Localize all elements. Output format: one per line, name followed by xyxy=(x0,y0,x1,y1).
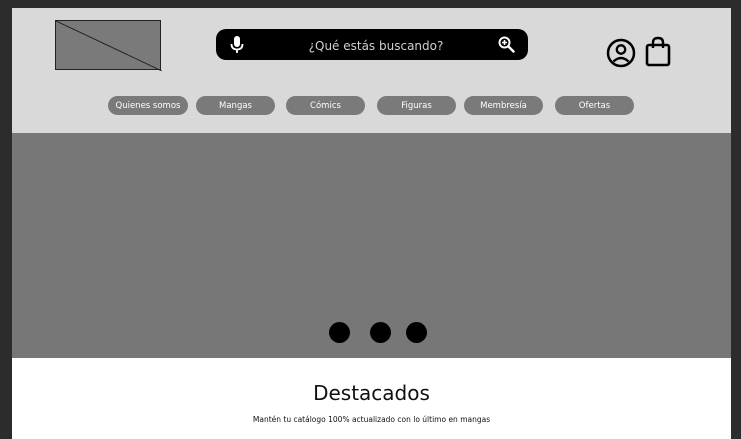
nav-item-membresia[interactable]: Membresía xyxy=(464,96,543,115)
nav-item-figuras[interactable]: Figuras xyxy=(377,96,456,115)
nav-item-mangas[interactable]: Mangas xyxy=(196,96,275,115)
carousel-dot-2[interactable] xyxy=(370,322,391,343)
featured-subtitle: Mantén tu catálogo 100% actualizado con … xyxy=(252,415,491,424)
user-circle-icon[interactable] xyxy=(606,38,636,68)
nav-item-ofertas[interactable]: Ofertas xyxy=(555,96,634,115)
zoom-in-icon[interactable] xyxy=(498,36,515,53)
site-header: Quienes somos Mangas Cómics Figuras Memb… xyxy=(12,8,731,133)
page-frame: Quienes somos Mangas Cómics Figuras Memb… xyxy=(12,8,731,439)
hero-carousel xyxy=(12,133,731,358)
shopping-bag-icon[interactable] xyxy=(645,36,671,67)
search-input[interactable] xyxy=(256,32,496,59)
logo-placeholder[interactable] xyxy=(55,20,162,71)
microphone-icon[interactable] xyxy=(230,36,244,54)
search-bar xyxy=(216,29,528,60)
carousel-dot-3[interactable] xyxy=(406,322,427,343)
carousel-dot-1[interactable] xyxy=(329,322,350,343)
nav-item-comics[interactable]: Cómics xyxy=(286,96,365,115)
nav-item-quienes-somos[interactable]: Quienes somos xyxy=(108,96,188,115)
featured-title: Destacados xyxy=(313,381,430,405)
logo-placeholder-image xyxy=(56,21,162,71)
